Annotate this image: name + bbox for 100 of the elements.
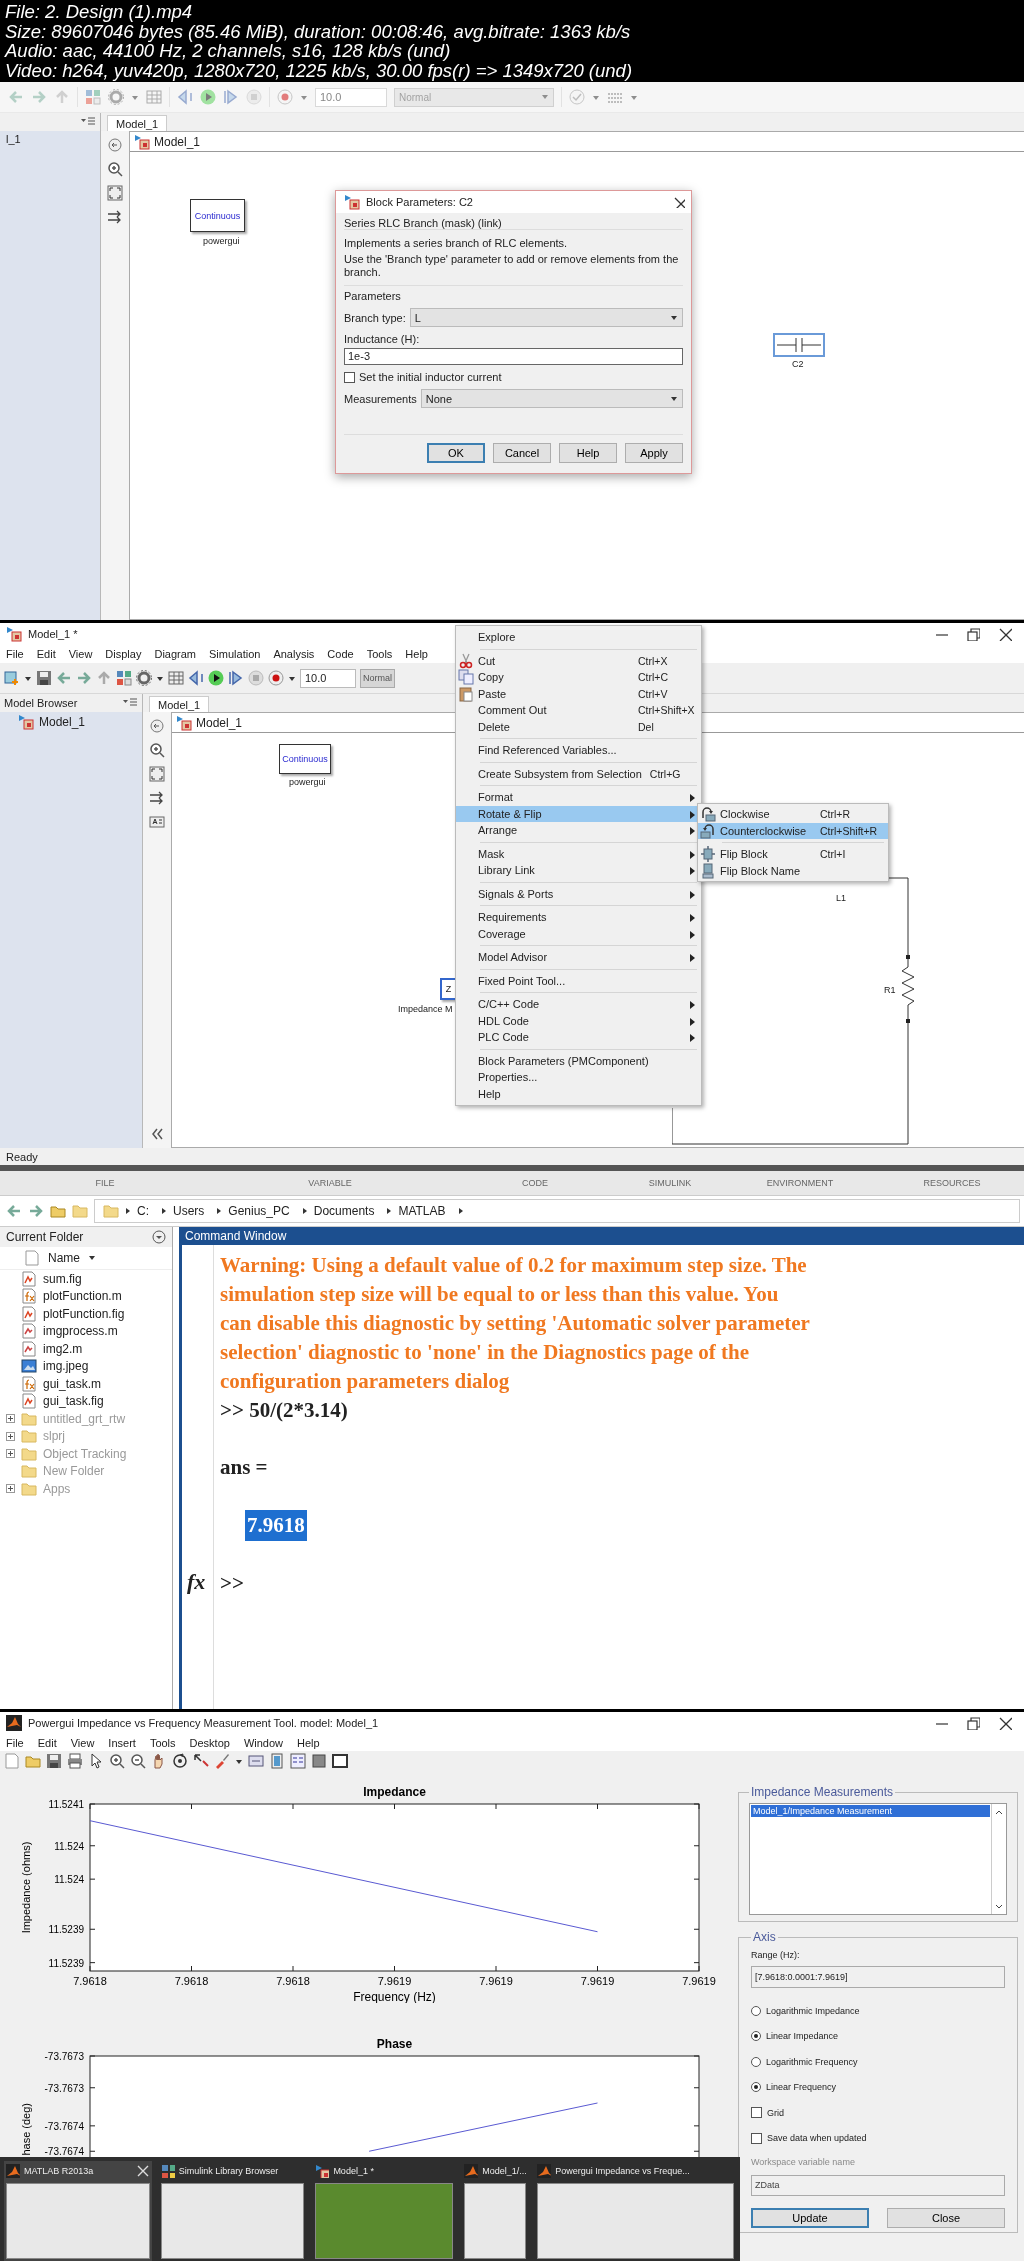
file-name[interactable]: imgprocess.m (43, 1324, 118, 1339)
app-icon[interactable] (464, 2164, 479, 2178)
simulation-mode-dropdown[interactable]: Normal (360, 668, 395, 688)
menu-bar-item[interactable]: View (70, 1736, 95, 1749)
checkbox[interactable] (751, 2107, 762, 2119)
menu-item[interactable]: Model Advisor (456, 949, 701, 966)
menu-item[interactable]: HDL Code (456, 1012, 701, 1029)
menu-item[interactable]: Signals & Ports (456, 885, 701, 902)
range-field[interactable]: [7.9618:0.0001:7.9619] (751, 1966, 1005, 1988)
file-name[interactable]: img2.m (43, 1341, 83, 1356)
rotate-icon[interactable] (172, 1753, 188, 1769)
caret-icon[interactable] (288, 674, 296, 682)
collapse-icon[interactable] (149, 1126, 165, 1142)
stop-time-field[interactable]: 10.0 (315, 87, 387, 107)
check-icon[interactable] (569, 89, 585, 105)
menu-item[interactable]: Properties... (456, 1069, 701, 1086)
print-icon[interactable] (67, 1753, 83, 1769)
menu-item[interactable]: Mask (456, 845, 701, 862)
menu-bar-item[interactable]: Edit (37, 1736, 57, 1749)
close-icon[interactable] (998, 627, 1012, 641)
dropdown[interactable]: L (409, 308, 683, 327)
pane-menu-icon[interactable] (152, 1230, 166, 1244)
action-button[interactable]: Update (751, 2208, 869, 2228)
up-folder-icon[interactable] (50, 1203, 66, 1219)
close-icon[interactable] (673, 196, 685, 208)
file-name[interactable]: plotFunction.m (43, 1289, 122, 1304)
menu-item[interactable]: Explore (456, 629, 701, 646)
radio-button[interactable] (751, 2082, 761, 2093)
play-icon[interactable] (208, 670, 224, 686)
zoom-in-icon[interactable] (107, 161, 123, 177)
dialog-button[interactable]: Cancel (493, 443, 551, 463)
restore-icon[interactable] (966, 1716, 980, 1730)
menu-item[interactable]: Flip Block Name (698, 862, 888, 879)
arrows-icon[interactable] (107, 209, 123, 225)
menu-bar-item[interactable]: Tools (149, 1736, 176, 1749)
command-prompt[interactable]: >> (220, 1569, 244, 1598)
model-browser-item[interactable]: l_1 (0, 131, 100, 147)
checkbox[interactable] (344, 371, 355, 383)
model-tab[interactable]: Model_1 (107, 115, 168, 131)
menu-bar-item[interactable]: Desktop (189, 1736, 230, 1749)
zoom-out-icon[interactable] (130, 1753, 146, 1769)
radio-button[interactable] (751, 2056, 761, 2067)
model-browser-item[interactable]: Model_1 (39, 715, 86, 729)
close-icon[interactable] (998, 1716, 1012, 1730)
colorbar-icon[interactable] (269, 1753, 285, 1769)
menu-item[interactable]: PLC Code (456, 1029, 701, 1046)
show-tools-icon[interactable] (332, 1753, 348, 1769)
back-icon[interactable] (149, 718, 165, 734)
step-back-icon[interactable] (188, 670, 204, 686)
window-preview[interactable] (464, 2183, 527, 2259)
expand-icon[interactable] (6, 1414, 15, 1424)
app-icon[interactable] (537, 2164, 552, 2178)
arrows-icon[interactable] (149, 790, 165, 806)
menu-bar-item[interactable]: Window (243, 1736, 284, 1749)
menu-item[interactable]: Delete Del (456, 718, 701, 735)
input-field[interactable]: 1e-3 (344, 348, 683, 365)
powergui-block[interactable]: Continuous (190, 199, 245, 232)
caret-icon[interactable] (24, 674, 32, 682)
model-icon[interactable] (176, 714, 192, 731)
menu-item[interactable]: Cut Ctrl+X (456, 652, 701, 669)
powergui-block[interactable]: Continuous (279, 744, 331, 774)
expand-icon[interactable] (6, 1431, 15, 1441)
breadcrumb[interactable]: Model_1 (154, 134, 201, 149)
window-preview[interactable] (6, 2183, 150, 2259)
action-button[interactable]: Close (887, 2208, 1005, 2228)
menu-item[interactable]: Coverage (456, 925, 701, 942)
window-thumbnail-title[interactable]: Powergui Impedance vs Freque... (555, 2166, 734, 2176)
caret-icon[interactable] (235, 1757, 243, 1765)
menu-item[interactable]: Arrange (456, 822, 701, 839)
legend-icon[interactable] (290, 1753, 306, 1769)
menu-item[interactable]: Library Link (456, 862, 701, 879)
zoom-in-icon[interactable] (109, 1753, 125, 1769)
menu-item[interactable]: Help (456, 1085, 701, 1102)
address-bar[interactable]: C: Users Genius_PC Documents MATLAB (94, 1199, 1020, 1223)
menu-bar-item[interactable]: Help (405, 648, 428, 660)
menu-item[interactable]: Counterclockwise Ctrl+Shift+R (698, 822, 888, 839)
step-forward-icon[interactable] (228, 670, 244, 686)
column-header[interactable]: Name (48, 1251, 80, 1265)
window-thumbnail-title[interactable]: Model_1/... (482, 2166, 527, 2176)
menu-item[interactable]: Block Parameters (PMComponent) (456, 1052, 701, 1069)
text-icon[interactable] (149, 814, 165, 830)
file-name[interactable]: img.jpeg (43, 1359, 89, 1374)
settings-icon[interactable] (136, 670, 152, 686)
file-name[interactable]: sum.fig (43, 1271, 82, 1286)
window-thumbnail-title[interactable]: MATLAB R2013a (24, 2166, 132, 2176)
restore-icon[interactable] (966, 627, 980, 641)
menu-item[interactable]: Copy Ctrl+C (456, 669, 701, 686)
dialog-button[interactable]: Apply (625, 443, 683, 463)
menu-bar-item[interactable]: Analysis (273, 648, 315, 660)
back-icon[interactable] (107, 137, 123, 153)
menu-item[interactable]: Fixed Point Tool... (456, 972, 701, 989)
record-icon[interactable] (268, 670, 284, 686)
menu-item[interactable]: Flip Block Ctrl+I (698, 846, 888, 863)
dialog-button[interactable]: Help (559, 443, 617, 463)
app-icon[interactable] (6, 2164, 20, 2178)
resistor-block[interactable] (900, 955, 916, 1023)
save-icon[interactable] (46, 1753, 62, 1769)
record-icon[interactable] (277, 89, 293, 105)
forward-icon[interactable] (28, 1203, 44, 1219)
menu-item[interactable]: Clockwise Ctrl+R (698, 806, 888, 823)
